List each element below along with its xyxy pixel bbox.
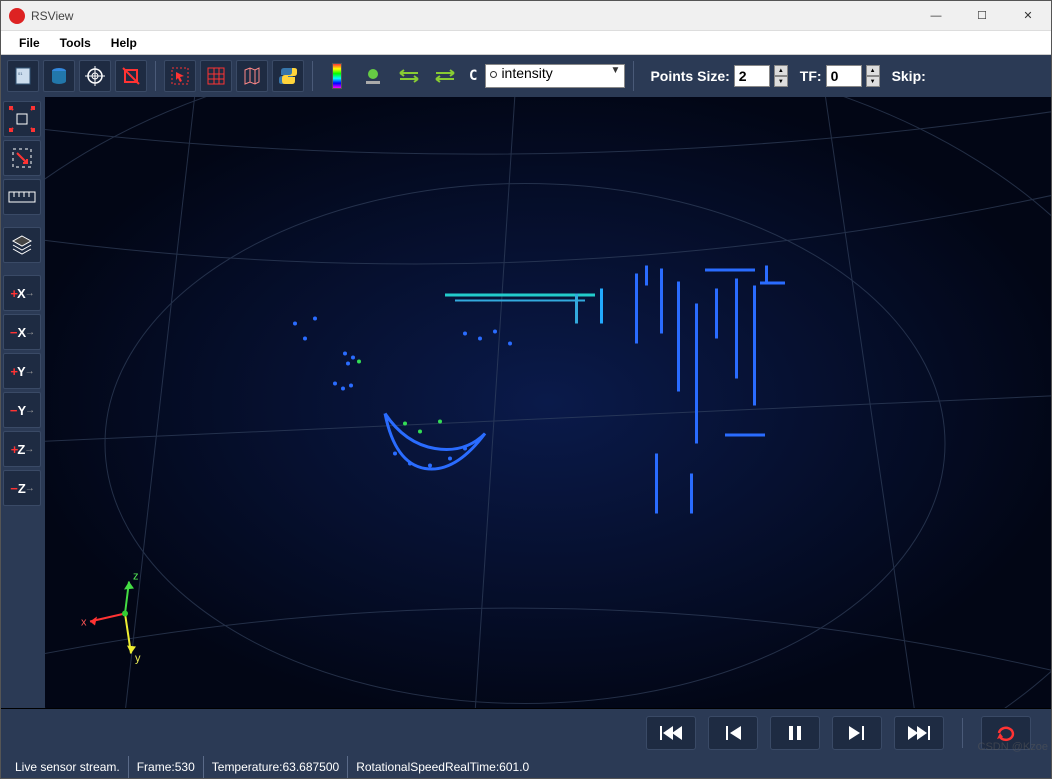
app-logo-icon <box>9 8 25 24</box>
view-minus-y-button[interactable]: −Y→ <box>3 392 41 428</box>
skip-label: Skip: <box>892 68 926 84</box>
c-label: C <box>465 68 481 84</box>
pause-icon <box>783 723 807 743</box>
chevron-down-icon: ▼ <box>611 65 621 76</box>
swap-right-button[interactable] <box>429 60 461 92</box>
menu-tools[interactable]: Tools <box>50 36 101 50</box>
prev-frame-button[interactable] <box>708 716 758 750</box>
minimize-button[interactable]: — <box>913 1 959 31</box>
target-button[interactable] <box>79 60 111 92</box>
prev-icon <box>721 723 745 743</box>
tf-label: TF: <box>800 68 822 84</box>
view-plus-z-button[interactable]: +Z→ <box>3 431 41 467</box>
python-icon <box>278 66 298 86</box>
tf-spinner[interactable]: ▲▼ <box>866 65 880 87</box>
layers-icon <box>10 233 34 257</box>
next-icon <box>845 723 869 743</box>
points-size-label: Points Size: <box>650 68 729 84</box>
status-bar: Live sensor stream. Frame: 530 Temperatu… <box>1 756 1051 778</box>
skip-end-icon <box>907 723 931 743</box>
fit-view-button[interactable] <box>3 140 41 176</box>
map-icon <box>242 66 262 86</box>
gradient-icon <box>332 63 342 89</box>
fit-icon <box>9 145 35 171</box>
skip-start-icon <box>659 723 683 743</box>
cylinder-icon <box>49 66 69 86</box>
point-color-button[interactable] <box>357 60 389 92</box>
left-toolbar: +X→ −X→ +Y→ −Y→ +Z→ −Z→ <box>1 97 45 708</box>
crop-button[interactable] <box>115 60 147 92</box>
playback-bar <box>1 708 1051 756</box>
python-button[interactable] <box>272 60 304 92</box>
viewport-overlay: x y z <box>45 97 1051 708</box>
goto-end-button[interactable] <box>894 716 944 750</box>
main-toolbar: 01 C <box>1 55 1051 97</box>
maximize-button[interactable]: ☐ <box>959 1 1005 31</box>
expand-view-button[interactable] <box>3 101 41 137</box>
view-minus-z-button[interactable]: −Z→ <box>3 470 41 506</box>
open-file-button[interactable]: 01 <box>7 60 39 92</box>
toolbar-separator <box>312 61 313 91</box>
colormap-indicator[interactable] <box>321 60 353 92</box>
spreadsheet-button[interactable] <box>200 60 232 92</box>
color-mode-dropdown[interactable]: intensity ▼ <box>485 64 625 88</box>
close-button[interactable]: ✕ <box>1005 1 1051 31</box>
axis-z-label: z <box>133 571 139 583</box>
loop-button[interactable] <box>981 716 1031 750</box>
toolbar-separator <box>155 61 156 91</box>
view-plus-x-button[interactable]: +X→ <box>3 275 41 311</box>
point-color-icon <box>363 66 383 86</box>
circle-icon <box>490 71 497 78</box>
select-button[interactable] <box>164 60 196 92</box>
view-plus-y-button[interactable]: +Y→ <box>3 353 41 389</box>
titlebar: RSView — ☐ ✕ <box>1 1 1051 31</box>
status-frame: Frame: 530 <box>129 756 204 778</box>
dropdown-value: intensity <box>501 65 552 81</box>
swap-left-icon <box>398 69 420 83</box>
map-button[interactable] <box>236 60 268 92</box>
swap-left-button[interactable] <box>393 60 425 92</box>
document-icon: 01 <box>13 66 33 86</box>
app-window: RSView — ☐ ✕ File Tools Help 01 <box>0 0 1052 779</box>
axis-y-label: y <box>135 653 141 665</box>
layers-button[interactable] <box>3 227 41 263</box>
axis-x-label: x <box>81 617 87 629</box>
status-speed: RotationalSpeedRealTime: 601.0 <box>348 756 537 778</box>
pause-button[interactable] <box>770 716 820 750</box>
menubar: File Tools Help <box>1 31 1051 55</box>
spacer <box>3 218 43 224</box>
points-size-spinner[interactable]: ▲▼ <box>774 65 788 87</box>
toolbar-separator <box>633 61 634 91</box>
goto-start-button[interactable] <box>646 716 696 750</box>
ruler-icon <box>8 189 36 205</box>
expand-icon <box>9 106 35 132</box>
pointer-icon <box>170 66 190 86</box>
next-frame-button[interactable] <box>832 716 882 750</box>
crosshair-icon <box>85 66 105 86</box>
view-minus-x-button[interactable]: −X→ <box>3 314 41 350</box>
status-source: Live sensor stream. <box>7 756 129 778</box>
database-button[interactable] <box>43 60 75 92</box>
playback-separator <box>962 718 963 748</box>
3d-viewport[interactable]: x y z <box>45 97 1051 708</box>
window-controls: — ☐ ✕ <box>913 1 1051 31</box>
svg-text:01: 01 <box>18 71 23 76</box>
status-temperature: Temperature: 63.687500 <box>204 756 348 778</box>
main-area: +X→ −X→ +Y→ −Y→ +Z→ −Z→ <box>1 97 1051 708</box>
window-title: RSView <box>31 9 73 23</box>
grid-icon <box>206 66 226 86</box>
ruler-button[interactable] <box>3 179 41 215</box>
menu-file[interactable]: File <box>9 36 50 50</box>
menu-help[interactable]: Help <box>101 36 147 50</box>
spacer <box>3 266 43 272</box>
loop-icon <box>994 723 1018 743</box>
swap-right-icon <box>434 69 456 83</box>
tf-input[interactable]: 0 <box>826 65 862 87</box>
crop-icon <box>121 66 141 86</box>
points-size-input[interactable]: 2 <box>734 65 770 87</box>
